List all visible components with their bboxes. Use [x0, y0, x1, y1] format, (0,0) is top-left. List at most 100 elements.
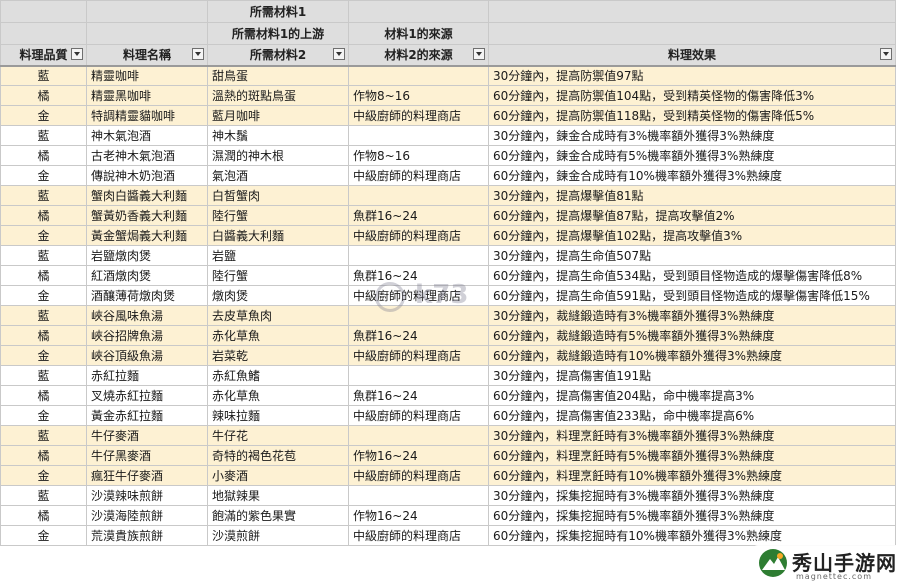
name-cell[interactable]: 赤紅拉麵 [86, 365, 208, 386]
name-cell[interactable]: 牛仔黑麥酒 [86, 445, 208, 466]
material-cell[interactable]: 赤化草魚 [207, 385, 349, 406]
source-cell[interactable] [348, 65, 489, 86]
material-cell[interactable]: 赤化草魚 [207, 325, 349, 346]
source-cell[interactable]: 中級廚師的料理商店 [348, 105, 489, 126]
name-cell[interactable]: 蟹黃奶香義大利麵 [86, 205, 208, 226]
material-cell[interactable]: 沙漠煎餅 [207, 525, 349, 546]
quality-cell[interactable]: 金 [0, 405, 87, 426]
material-cell[interactable]: 氣泡酒 [207, 165, 349, 186]
effect-cell[interactable]: 60分鐘內，提高生命值591點，受到頭目怪物造成的爆擊傷害降低15% [488, 285, 896, 306]
quality-cell[interactable]: 金 [0, 285, 87, 306]
quality-cell[interactable]: 橘 [0, 445, 87, 466]
effect-cell[interactable]: 60分鐘內，裁縫鍛造時有5%機率額外獲得3%熟練度 [488, 325, 896, 346]
quality-cell[interactable]: 橘 [0, 205, 87, 226]
effect-cell[interactable]: 60分鐘內，鍊金合成時有5%機率額外獲得3%熟練度 [488, 145, 896, 166]
name-cell[interactable]: 峽谷頂級魚湯 [86, 345, 208, 366]
name-cell[interactable]: 沙漠辣味煎餅 [86, 485, 208, 506]
quality-cell[interactable]: 金 [0, 345, 87, 366]
effect-cell[interactable]: 60分鐘內，提高傷害值233點，命中機率提高6% [488, 405, 896, 426]
filter-dropdown-icon[interactable] [71, 48, 83, 60]
material-cell[interactable]: 溫熱的斑點鳥蛋 [207, 85, 349, 106]
material-cell[interactable]: 地獄辣果 [207, 485, 349, 506]
material-cell[interactable]: 白皙蟹肉 [207, 185, 349, 206]
source-cell[interactable] [348, 245, 489, 266]
source-cell[interactable]: 作物16~24 [348, 445, 489, 466]
material-cell[interactable]: 濕潤的神木根 [207, 145, 349, 166]
material-cell[interactable]: 藍月咖啡 [207, 105, 349, 126]
name-cell[interactable]: 峽谷招牌魚湯 [86, 325, 208, 346]
material-cell[interactable]: 神木鬚 [207, 125, 349, 146]
name-cell[interactable]: 瘋狂牛仔麥酒 [86, 465, 208, 486]
name-cell[interactable]: 荒漠貴族煎餅 [86, 525, 208, 546]
effect-cell[interactable]: 60分鐘內，提高防禦值118點，受到精英怪物的傷害降低5% [488, 105, 896, 126]
source-cell[interactable] [348, 185, 489, 206]
source-cell[interactable]: 魚群16~24 [348, 325, 489, 346]
quality-cell[interactable]: 藍 [0, 305, 87, 326]
quality-cell[interactable]: 藍 [0, 185, 87, 206]
material-cell[interactable]: 陸行蟹 [207, 205, 349, 226]
source-cell[interactable]: 中級廚師的料理商店 [348, 465, 489, 486]
effect-cell[interactable]: 60分鐘內，料理烹飪時有5%機率額外獲得3%熟練度 [488, 445, 896, 466]
source-cell[interactable]: 作物16~24 [348, 505, 489, 526]
effect-cell[interactable]: 30分鐘內，提高防禦值97點 [488, 65, 896, 86]
material-cell[interactable]: 牛仔花 [207, 425, 349, 446]
material-cell[interactable]: 燉肉煲 [207, 285, 349, 306]
quality-cell[interactable]: 橘 [0, 85, 87, 106]
effect-cell[interactable]: 30分鐘內，鍊金合成時有3%機率額外獲得3%熟練度 [488, 125, 896, 146]
name-cell[interactable]: 岩鹽燉肉煲 [86, 245, 208, 266]
name-cell[interactable]: 古老神木氣泡酒 [86, 145, 208, 166]
effect-cell[interactable]: 30分鐘內，提高傷害值191點 [488, 365, 896, 386]
source-cell[interactable]: 魚群16~24 [348, 205, 489, 226]
quality-cell[interactable]: 藍 [0, 485, 87, 506]
effect-cell[interactable]: 60分鐘內，提高生命值534點，受到頭目怪物造成的爆擊傷害降低8% [488, 265, 896, 286]
source-cell[interactable]: 中級廚師的料理商店 [348, 525, 489, 546]
source-cell[interactable] [348, 425, 489, 446]
material-cell[interactable]: 岩鹽 [207, 245, 349, 266]
effect-cell[interactable]: 60分鐘內，提高防禦值104點，受到精英怪物的傷害降低3% [488, 85, 896, 106]
material-cell[interactable]: 飽滿的紫色果實 [207, 505, 349, 526]
effect-cell[interactable]: 30分鐘內，提高爆擊值81點 [488, 185, 896, 206]
effect-cell[interactable]: 60分鐘內，提高爆擊值87點，提高攻擊值2% [488, 205, 896, 226]
effect-cell[interactable]: 30分鐘內，裁縫鍛造時有3%機率額外獲得3%熟練度 [488, 305, 896, 326]
effect-cell[interactable]: 30分鐘內，提高生命值507點 [488, 245, 896, 266]
effect-cell[interactable]: 60分鐘內，提高爆擊值102點，提高攻擊值3% [488, 225, 896, 246]
quality-cell[interactable]: 橘 [0, 325, 87, 346]
source-cell[interactable]: 作物8~16 [348, 85, 489, 106]
name-cell[interactable]: 峽谷風味魚湯 [86, 305, 208, 326]
material-cell[interactable]: 去皮草魚肉 [207, 305, 349, 326]
material-cell[interactable]: 赤紅魚鰭 [207, 365, 349, 386]
material-cell[interactable]: 陸行蟹 [207, 265, 349, 286]
site-logo[interactable]: 秀山手游网 magnettec.com [752, 545, 902, 583]
name-cell[interactable]: 紅酒燉肉煲 [86, 265, 208, 286]
name-cell[interactable]: 酒釀薄荷燉肉煲 [86, 285, 208, 306]
name-cell[interactable]: 精靈黑咖啡 [86, 85, 208, 106]
material-cell[interactable]: 白醬義大利麵 [207, 225, 349, 246]
source-cell[interactable] [348, 365, 489, 386]
name-cell[interactable]: 黃金蟹焗義大利麵 [86, 225, 208, 246]
source-cell[interactable]: 中級廚師的料理商店 [348, 165, 489, 186]
effect-cell[interactable]: 60分鐘內，料理烹飪時有10%機率額外獲得3%熟練度 [488, 465, 896, 486]
material-cell[interactable]: 小麥酒 [207, 465, 349, 486]
quality-cell[interactable]: 藍 [0, 125, 87, 146]
filter-dropdown-icon[interactable] [192, 48, 204, 60]
quality-cell[interactable]: 金 [0, 105, 87, 126]
name-cell[interactable]: 牛仔麥酒 [86, 425, 208, 446]
source-cell[interactable]: 中級廚師的料理商店 [348, 405, 489, 426]
effect-cell[interactable]: 60分鐘內，採集挖掘時有5%機率額外獲得3%熟練度 [488, 505, 896, 526]
name-cell[interactable]: 精靈咖啡 [86, 65, 208, 86]
quality-cell[interactable]: 橘 [0, 145, 87, 166]
source-cell[interactable] [348, 125, 489, 146]
name-cell[interactable]: 黃金赤紅拉麵 [86, 405, 208, 426]
quality-cell[interactable]: 金 [0, 525, 87, 546]
source-cell[interactable]: 魚群16~24 [348, 385, 489, 406]
filter-dropdown-icon[interactable] [473, 48, 485, 60]
quality-cell[interactable]: 橘 [0, 265, 87, 286]
material-cell[interactable]: 辣味拉麵 [207, 405, 349, 426]
effect-cell[interactable]: 60分鐘內，鍊金合成時有10%機率額外獲得3%熟練度 [488, 165, 896, 186]
effect-cell[interactable]: 60分鐘內，裁縫鍛造時有10%機率額外獲得3%熟練度 [488, 345, 896, 366]
quality-cell[interactable]: 金 [0, 465, 87, 486]
filter-dropdown-icon[interactable] [333, 48, 345, 60]
quality-cell[interactable]: 藍 [0, 245, 87, 266]
effect-cell[interactable]: 60分鐘內，採集挖掘時有10%機率額外獲得3%熟練度 [488, 525, 896, 546]
material-cell[interactable]: 岩菜乾 [207, 345, 349, 366]
